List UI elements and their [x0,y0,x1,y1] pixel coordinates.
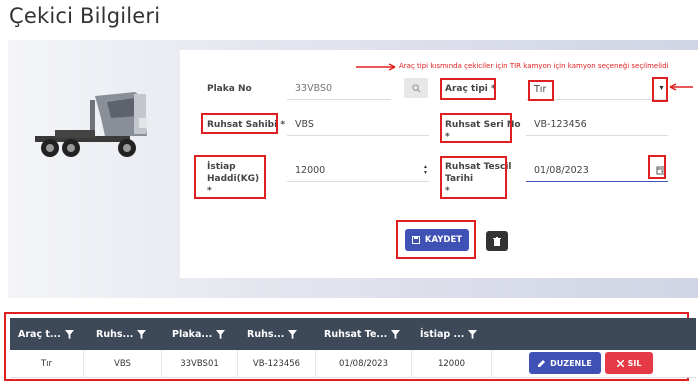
cell-seri-no: VB-123456 [238,350,316,378]
pencil-icon [538,360,546,367]
page-title: Çekici Bilgileri [9,4,161,28]
arrow-icon [669,83,693,91]
plaka-no-label: Plaka No [207,84,252,94]
annotation-box-save [396,220,476,259]
plaka-no-input[interactable] [287,78,391,100]
edit-button[interactable]: DUZENLE [529,352,601,374]
annotation-box-ruhsat-tescil [440,156,507,199]
ruhsat-sahibi-input[interactable] [287,114,429,136]
close-icon [616,359,624,367]
number-stepper[interactable]: ▲ ▼ [423,164,428,176]
column-header-label: Araç t... [18,328,61,340]
column-header[interactable]: Plaka... [172,318,226,350]
edit-button-label: DUZENLE [550,358,592,368]
column-header[interactable]: Ruhs... [247,318,298,350]
column-header[interactable]: Ruhsat Te... [324,318,401,350]
search-button[interactable] [404,78,428,98]
title-bar: Çekici Bilgileri [0,0,698,40]
column-header[interactable]: Araç t... [18,318,74,350]
filter-icon[interactable] [391,329,401,339]
delete-row-button[interactable]: SIL [605,352,653,374]
cell-tescil: 01/08/2023 [316,350,412,378]
column-header[interactable]: İstiap ... [420,318,478,350]
delete-button-label: SIL [627,358,642,368]
annotation-note: Araç tipi kısmında çekiciler için TIR ka… [399,62,669,70]
cell-arac-tipi: Tır [10,350,84,378]
cell-istiap: 12000 [412,350,492,378]
annotation-box-arac-tipi [440,78,496,100]
annotation-box-arac-tipi-value [528,80,554,101]
column-header[interactable]: Ruhs... [96,318,147,350]
table-header: Araç t... Ruhs... Plaka... Ruhs... Ruhsa… [10,318,696,350]
column-header-label: İstiap ... [420,328,465,340]
annotation-box-ruhsat-seri-no [440,113,512,143]
annotation-box-dropdown [652,77,668,102]
ruhsat-seri-no-input[interactable] [526,114,668,136]
istiap-haddi-input[interactable] [287,160,429,182]
arrow-icon [356,63,396,71]
cell-ruhsat-sahibi: VBS [84,350,162,378]
annotation-box-calendar [648,155,666,179]
filter-icon[interactable] [288,329,298,339]
column-header-label: Ruhs... [247,328,285,340]
search-icon [411,83,420,92]
delete-form-button[interactable] [486,231,508,251]
ruhsat-tescil-input[interactable] [526,160,668,182]
column-header-label: Ruhs... [96,328,134,340]
column-header-label: Plaka... [172,328,213,340]
column-header-label: Ruhsat Te... [324,328,388,340]
filter-icon[interactable] [64,329,74,339]
filter-icon[interactable] [216,329,226,339]
cell-plaka: 33VBS01 [162,350,238,378]
filter-icon[interactable] [468,329,478,339]
annotation-box-ruhsat-sahibi [201,113,278,134]
filter-icon[interactable] [137,329,147,339]
annotation-box-istiap-haddi [194,155,266,199]
trash-icon [493,236,501,246]
truck-icon [35,92,147,157]
